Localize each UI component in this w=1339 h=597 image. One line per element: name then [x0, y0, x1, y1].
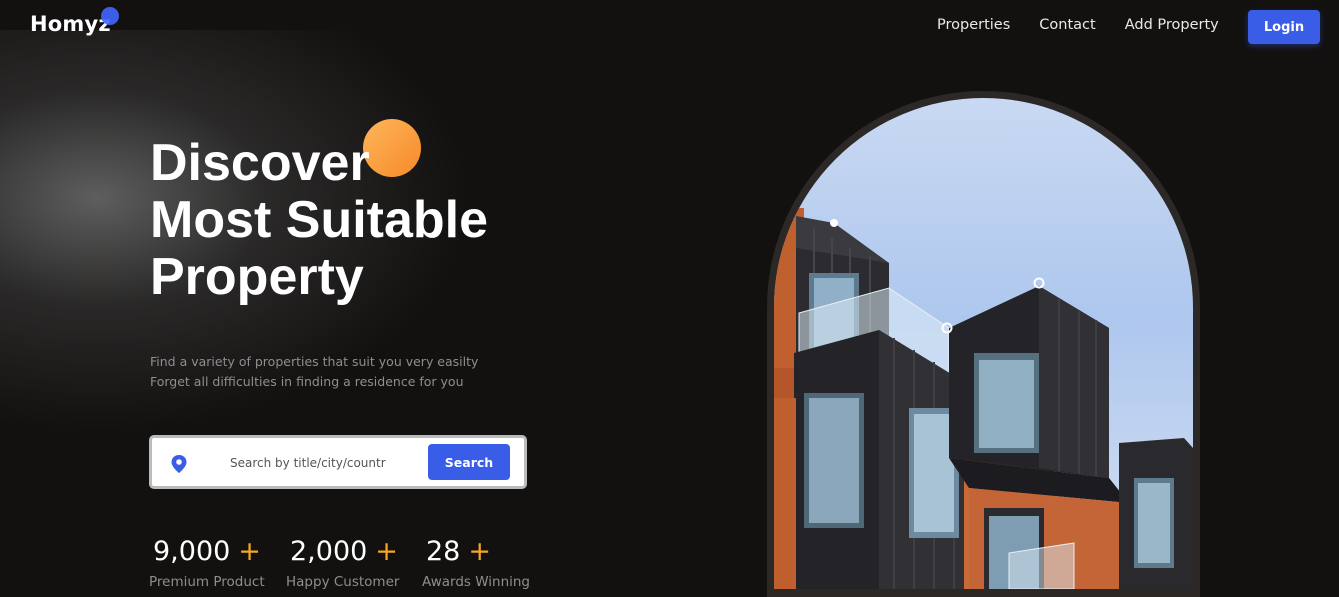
stat-plus: + — [468, 536, 491, 567]
stats-row: 9,000 + Premium Product 2,000 + Happy Cust… — [149, 535, 559, 590]
stat-label: Happy Customer — [286, 574, 400, 590]
hero-subtitle-line: Find a variety of properties that suit y… — [150, 354, 479, 369]
nav-link-properties[interactable]: Properties — [937, 17, 1010, 33]
search-input[interactable] — [230, 452, 386, 474]
search-bar: Search — [149, 435, 527, 489]
hero-title: Discover Most Suitable Property — [150, 135, 488, 306]
page: Homyz Properties Contact Add Property Lo… — [0, 0, 1339, 597]
stat-plus: + — [375, 536, 398, 567]
stat-value: 9,000 — [153, 536, 231, 567]
hero-building-image — [774, 98, 1193, 589]
location-pin-icon — [171, 455, 187, 473]
hero-title-line: Discover — [150, 134, 370, 192]
building-illustration — [774, 208, 1193, 589]
logo[interactable]: Homyz — [30, 12, 111, 36]
hero-title-line: Most Suitable — [150, 191, 489, 249]
nav-link-add-property[interactable]: Add Property — [1125, 17, 1219, 33]
stat-value: 2,000 — [290, 536, 368, 567]
hero-subtitle-line: Forget all difficulties in finding a res… — [150, 374, 464, 389]
stat-item: 28 + Awards Winning — [422, 535, 559, 590]
stat-value: 28 — [426, 536, 461, 567]
stat-item: 2,000 + Happy Customer — [286, 535, 422, 590]
stat-item: 9,000 + Premium Product — [149, 535, 286, 590]
search-button[interactable]: Search — [428, 444, 510, 480]
stat-plus: + — [238, 536, 261, 567]
hero-subtitle: Find a variety of properties that suit y… — [150, 352, 478, 392]
login-button[interactable]: Login — [1248, 10, 1320, 44]
nav-link-contact[interactable]: Contact — [1039, 17, 1095, 33]
hero-title-line: Property — [150, 248, 364, 306]
stat-label: Awards Winning — [422, 574, 530, 590]
main-nav: Properties Contact Add Property — [937, 17, 1219, 33]
logo-dot — [101, 7, 119, 25]
stat-label: Premium Product — [149, 574, 265, 590]
